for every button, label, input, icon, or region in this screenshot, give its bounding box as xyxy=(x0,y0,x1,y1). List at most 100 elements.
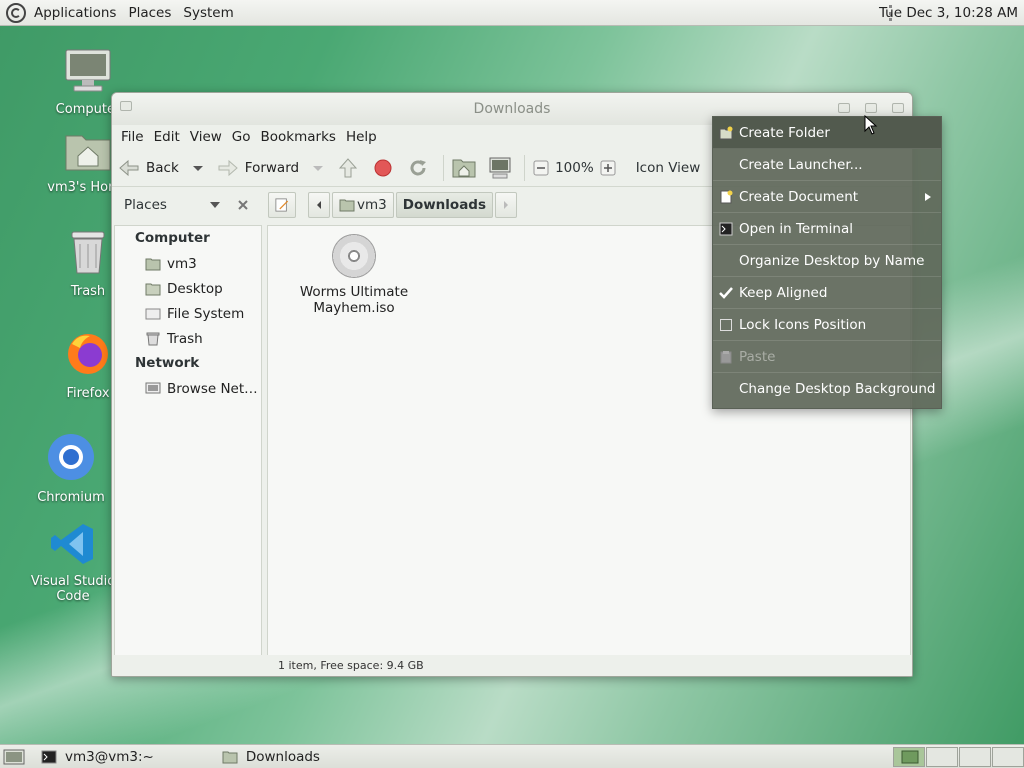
home-folder-icon xyxy=(145,258,161,270)
home-folder-icon[interactable] xyxy=(452,157,476,179)
menu-file[interactable]: File xyxy=(116,129,149,145)
submenu-arrow-icon xyxy=(925,193,931,201)
chromium-icon xyxy=(48,434,94,480)
places-menu[interactable]: Places xyxy=(122,0,177,26)
menu-help[interactable]: Help xyxy=(341,129,382,145)
window-menu-icon[interactable] xyxy=(120,101,132,111)
chevron-right-icon xyxy=(504,201,509,209)
crumb-scroll-left-button[interactable] xyxy=(308,192,330,218)
firefox-icon xyxy=(68,334,108,374)
computer-icon xyxy=(65,49,111,92)
toolbar-separator xyxy=(524,154,526,181)
home-folder-icon xyxy=(65,135,111,171)
applications-menu[interactable]: Applications xyxy=(28,0,122,26)
menu-view[interactable]: View xyxy=(185,129,227,145)
workspace-4[interactable] xyxy=(992,747,1024,767)
computer-icon[interactable] xyxy=(488,157,512,179)
home-folder-icon xyxy=(339,199,355,212)
forward-button[interactable]: Forward xyxy=(217,158,299,178)
file-name: Worms Ultimate Mayhem.iso xyxy=(299,284,409,316)
window-title: Downloads xyxy=(473,101,551,117)
terminal-icon xyxy=(719,222,733,236)
menu-go[interactable]: Go xyxy=(227,129,256,145)
back-history-dropdown-icon[interactable] xyxy=(191,158,205,178)
taskbar-button-terminal[interactable]: vm3@vm3:~ xyxy=(35,745,154,768)
chevron-left-icon xyxy=(317,201,321,209)
window-thumbnail-icon xyxy=(901,750,919,764)
sidebar-pane-select[interactable]: Places xyxy=(112,197,262,213)
disc-image-icon xyxy=(332,234,376,278)
new-folder-icon xyxy=(719,126,733,140)
clock[interactable]: Tue Dec 3, 10:28 AM xyxy=(879,0,1018,26)
sidebar-item-browse-network[interactable]: Browse Net… xyxy=(115,376,261,401)
zoom-level: 100% xyxy=(555,159,594,176)
new-document-icon xyxy=(720,190,733,204)
desktop-icon-chromium[interactable]: Chromium xyxy=(16,432,126,505)
sidebar-item-vm3[interactable]: vm3 xyxy=(115,251,261,276)
places-sidebar: Computer vm3 Desktop File System Trash N… xyxy=(114,225,262,657)
checkmark-icon xyxy=(719,287,733,299)
toolbar-separator xyxy=(443,154,445,181)
menu-item-change-desktop-background[interactable]: Change Desktop Background xyxy=(713,373,941,405)
status-bar: 1 item, Free space: 9.4 GB xyxy=(112,655,912,676)
folder-icon xyxy=(222,751,238,763)
reload-icon[interactable] xyxy=(407,157,429,179)
up-arrow-icon[interactable] xyxy=(337,157,359,179)
menu-edit[interactable]: Edit xyxy=(149,129,185,145)
view-mode-select[interactable]: Icon View xyxy=(636,160,701,176)
sidebar-item-desktop[interactable]: Desktop xyxy=(115,276,261,301)
system-menu[interactable]: System xyxy=(177,0,239,26)
show-desktop-icon[interactable] xyxy=(3,748,25,766)
menu-item-create-folder[interactable]: Create Folder xyxy=(713,117,941,149)
menu-bookmarks[interactable]: Bookmarks xyxy=(256,129,341,145)
zoom-out-icon[interactable] xyxy=(533,160,549,176)
sidebar-item-trash[interactable]: Trash xyxy=(115,326,261,351)
crumb-scroll-right-button[interactable] xyxy=(495,192,518,218)
forward-history-dropdown-icon[interactable] xyxy=(311,158,325,178)
file-item[interactable]: Worms Ultimate Mayhem.iso xyxy=(294,234,414,316)
back-button[interactable]: Back xyxy=(118,158,179,178)
sidebar-item-file-system[interactable]: File System xyxy=(115,301,261,326)
drive-icon xyxy=(145,308,161,319)
maximize-icon[interactable] xyxy=(865,103,877,113)
desktop-context-menu: Create Folder Create Launcher... Create … xyxy=(712,116,942,409)
mouse-cursor-icon xyxy=(864,115,878,135)
menu-item-paste: Paste xyxy=(713,341,941,373)
bottom-panel: vm3@vm3:~ Downloads xyxy=(0,744,1024,768)
vscode-icon xyxy=(51,524,93,564)
sidebar-header-network: Network xyxy=(135,355,200,371)
back-arrow-icon xyxy=(119,159,139,176)
menu-item-open-in-terminal[interactable]: Open in Terminal xyxy=(713,213,941,245)
zoom-in-icon[interactable] xyxy=(600,160,616,176)
network-icon xyxy=(145,382,161,393)
toggle-location-entry-button[interactable] xyxy=(268,192,296,218)
workspace-1[interactable] xyxy=(893,747,925,767)
sidebar-header-computer: Computer xyxy=(135,230,210,246)
crumb-vm3[interactable]: vm3 xyxy=(332,192,394,218)
menu-item-create-document[interactable]: Create Document xyxy=(713,181,941,213)
trash-icon xyxy=(71,231,105,274)
minimize-icon[interactable] xyxy=(838,103,850,113)
menu-item-lock-icons-position[interactable]: Lock Icons Position xyxy=(713,309,941,341)
trash-icon xyxy=(146,332,160,345)
menu-item-keep-aligned[interactable]: Keep Aligned xyxy=(713,277,941,309)
paste-icon xyxy=(720,351,732,364)
stop-icon[interactable] xyxy=(373,158,393,178)
workspace-3[interactable] xyxy=(959,747,991,767)
desktop-icon-label: Chromium xyxy=(37,490,105,505)
edit-location-icon xyxy=(275,198,289,212)
close-sidebar-icon[interactable] xyxy=(237,199,249,211)
checkbox-icon xyxy=(720,319,732,331)
taskbar-button-downloads[interactable]: Downloads xyxy=(216,745,320,768)
close-icon[interactable] xyxy=(892,103,904,113)
workspace-2[interactable] xyxy=(926,747,958,767)
terminal-icon xyxy=(41,750,57,763)
top-panel: Applications Places System Tue Dec 3, 10… xyxy=(0,0,1024,26)
distro-logo-icon[interactable] xyxy=(6,2,26,23)
chevron-down-icon xyxy=(209,202,220,208)
menu-item-organize-desktop-by-name[interactable]: Organize Desktop by Name xyxy=(713,245,941,277)
crumb-downloads[interactable]: Downloads xyxy=(395,192,494,218)
forward-arrow-icon xyxy=(218,159,238,176)
menu-item-create-launcher[interactable]: Create Launcher... xyxy=(713,149,941,181)
folder-icon xyxy=(145,283,161,295)
